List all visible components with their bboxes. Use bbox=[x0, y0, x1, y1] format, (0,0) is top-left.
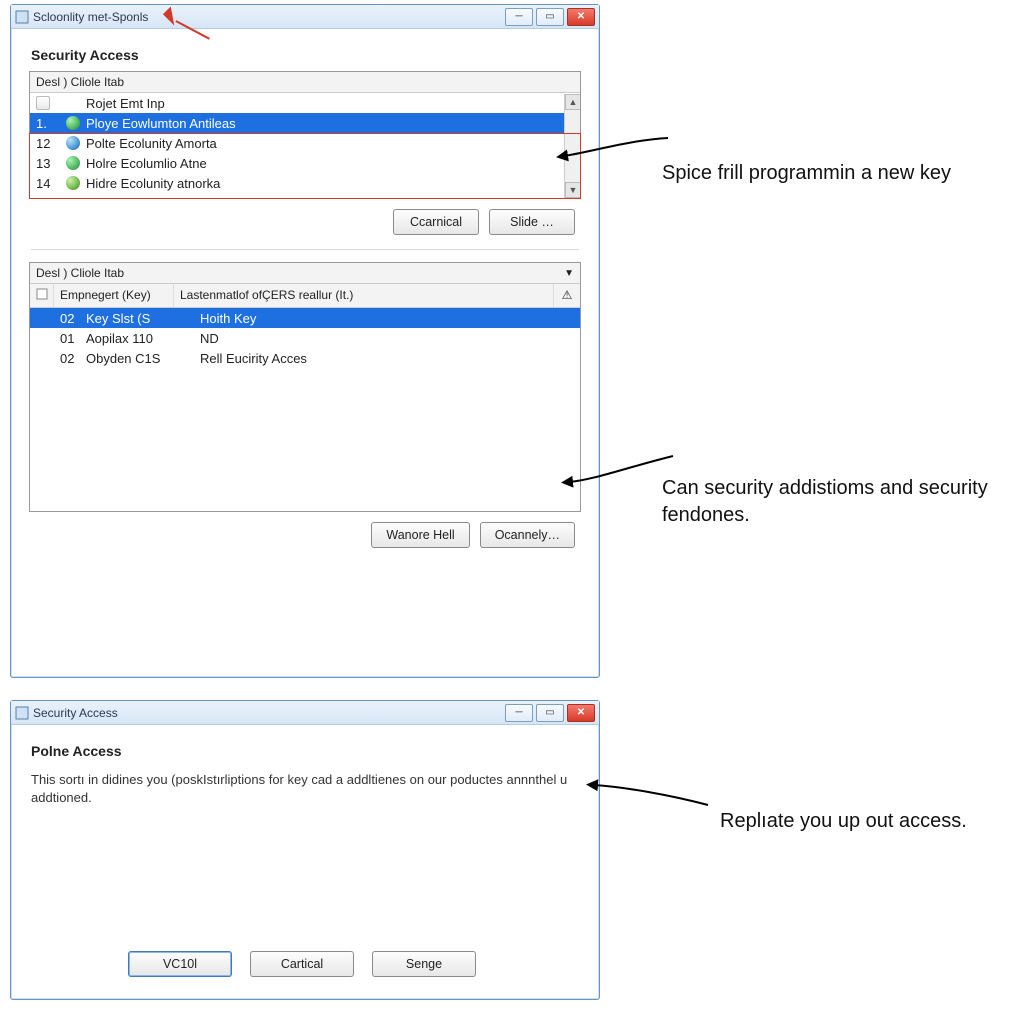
titlebar[interactable]: Security Access ─ ▭ ✕ bbox=[11, 701, 599, 725]
doc-icon bbox=[36, 288, 48, 303]
annotation-text: Spice frill programmin a new key bbox=[662, 160, 951, 187]
window-title: Scloonlity met-Sponls bbox=[33, 10, 148, 24]
list-row-label: Ploye Eowlumton Antileas bbox=[86, 116, 236, 131]
dropdown-icon[interactable]: ▼ bbox=[564, 268, 574, 279]
column-header[interactable]: Lastenmatlof ofÇERS reallur (It.) bbox=[174, 284, 554, 307]
vc-button[interactable]: VC10l bbox=[128, 951, 232, 977]
senge-button[interactable]: Senge bbox=[372, 951, 476, 977]
dialog-heading: Polne Access bbox=[31, 743, 581, 759]
warning-icon: ⚠ bbox=[554, 284, 580, 307]
table-columns: Empnegert (Key) Lastenmatlof ofÇERS real… bbox=[30, 284, 580, 308]
maximize-button[interactable]: ▭ bbox=[536, 704, 564, 722]
titlebar[interactable]: Scloonlity met-Sponls ─ ▭ ✕ bbox=[11, 5, 599, 29]
dialog-text: This sortı in didines you (poskIstırlipt… bbox=[29, 767, 581, 806]
list-row-label: Holre Ecolumlio Atne bbox=[86, 156, 207, 171]
app-icon bbox=[15, 706, 29, 720]
table-row[interactable]: 01 Aopilax 110 ND bbox=[30, 328, 580, 348]
column-header[interactable]: Empnegert (Key) bbox=[54, 284, 174, 307]
list-row[interactable]: 14 Hidre Ecolunity atnorka bbox=[30, 173, 580, 193]
section-title: Security Access bbox=[31, 47, 581, 63]
globe-icon bbox=[66, 156, 80, 170]
list-header: Desl ) Cliole Itab bbox=[30, 72, 580, 93]
minimize-button[interactable]: ─ bbox=[505, 8, 533, 26]
globe-icon bbox=[66, 116, 80, 130]
list-row[interactable]: 1. Ploye Eowlumton Antileas bbox=[30, 113, 580, 133]
app-icon bbox=[15, 10, 29, 24]
table-group-header: Desl ) Cliole Itab ▼ bbox=[30, 263, 580, 284]
table-row[interactable]: 02 Key Slst (S Hoith Key bbox=[30, 308, 580, 328]
scroll-down-icon[interactable]: ▼ bbox=[565, 182, 581, 198]
list-row-label: Hidre Ecolunity atnorka bbox=[86, 176, 220, 191]
ocannely-button[interactable]: Ocannely… bbox=[480, 522, 575, 548]
close-button[interactable]: ✕ bbox=[567, 8, 595, 26]
wanore-button[interactable]: Wanore Hell bbox=[371, 522, 469, 548]
polne-access-dialog: Security Access ─ ▭ ✕ Polne Access This … bbox=[10, 700, 600, 1000]
table-row[interactable]: 02 Obyden C1S Rell Eucirity Acces bbox=[30, 348, 580, 368]
list-row-label: Rojet Emt Inp bbox=[86, 96, 165, 111]
list-row[interactable]: 13 Holre Ecolumlio Atne bbox=[30, 153, 580, 173]
globe-icon bbox=[66, 136, 80, 150]
security-access-window: Scloonlity met-Sponls ─ ▭ ✕ Security Acc… bbox=[10, 4, 600, 678]
doc-icon bbox=[36, 96, 50, 110]
maximize-button[interactable]: ▭ bbox=[536, 8, 564, 26]
scrollbar[interactable]: ▲ ▼ bbox=[564, 94, 580, 198]
list-row-label: Polte Ecolunity Amorta bbox=[86, 136, 217, 151]
leaf-icon bbox=[66, 176, 80, 190]
list-row[interactable]: Rojet Emt Inp bbox=[30, 93, 580, 113]
cartical-button[interactable]: Cartical bbox=[250, 951, 354, 977]
annotation-text: Can security addistioms and security fen… bbox=[662, 475, 1002, 529]
slide-button[interactable]: Slide … bbox=[489, 209, 575, 235]
scroll-up-icon[interactable]: ▲ bbox=[565, 94, 581, 110]
annotation-text: Replıate you up out access. bbox=[720, 808, 967, 835]
key-table[interactable]: Desl ) Cliole Itab ▼ Empnegert (Key) Las… bbox=[29, 262, 581, 512]
divider bbox=[31, 249, 579, 250]
cancel-button[interactable]: Ccarnical bbox=[393, 209, 479, 235]
security-items-list[interactable]: Desl ) Cliole Itab Rojet Emt Inp 1. Ploy… bbox=[29, 71, 581, 199]
window-title: Security Access bbox=[33, 706, 118, 720]
close-button[interactable]: ✕ bbox=[567, 704, 595, 722]
annotation-arrow bbox=[590, 775, 710, 825]
minimize-button[interactable]: ─ bbox=[505, 704, 533, 722]
list-row[interactable]: 12 Polte Ecolunity Amorta bbox=[30, 133, 580, 153]
